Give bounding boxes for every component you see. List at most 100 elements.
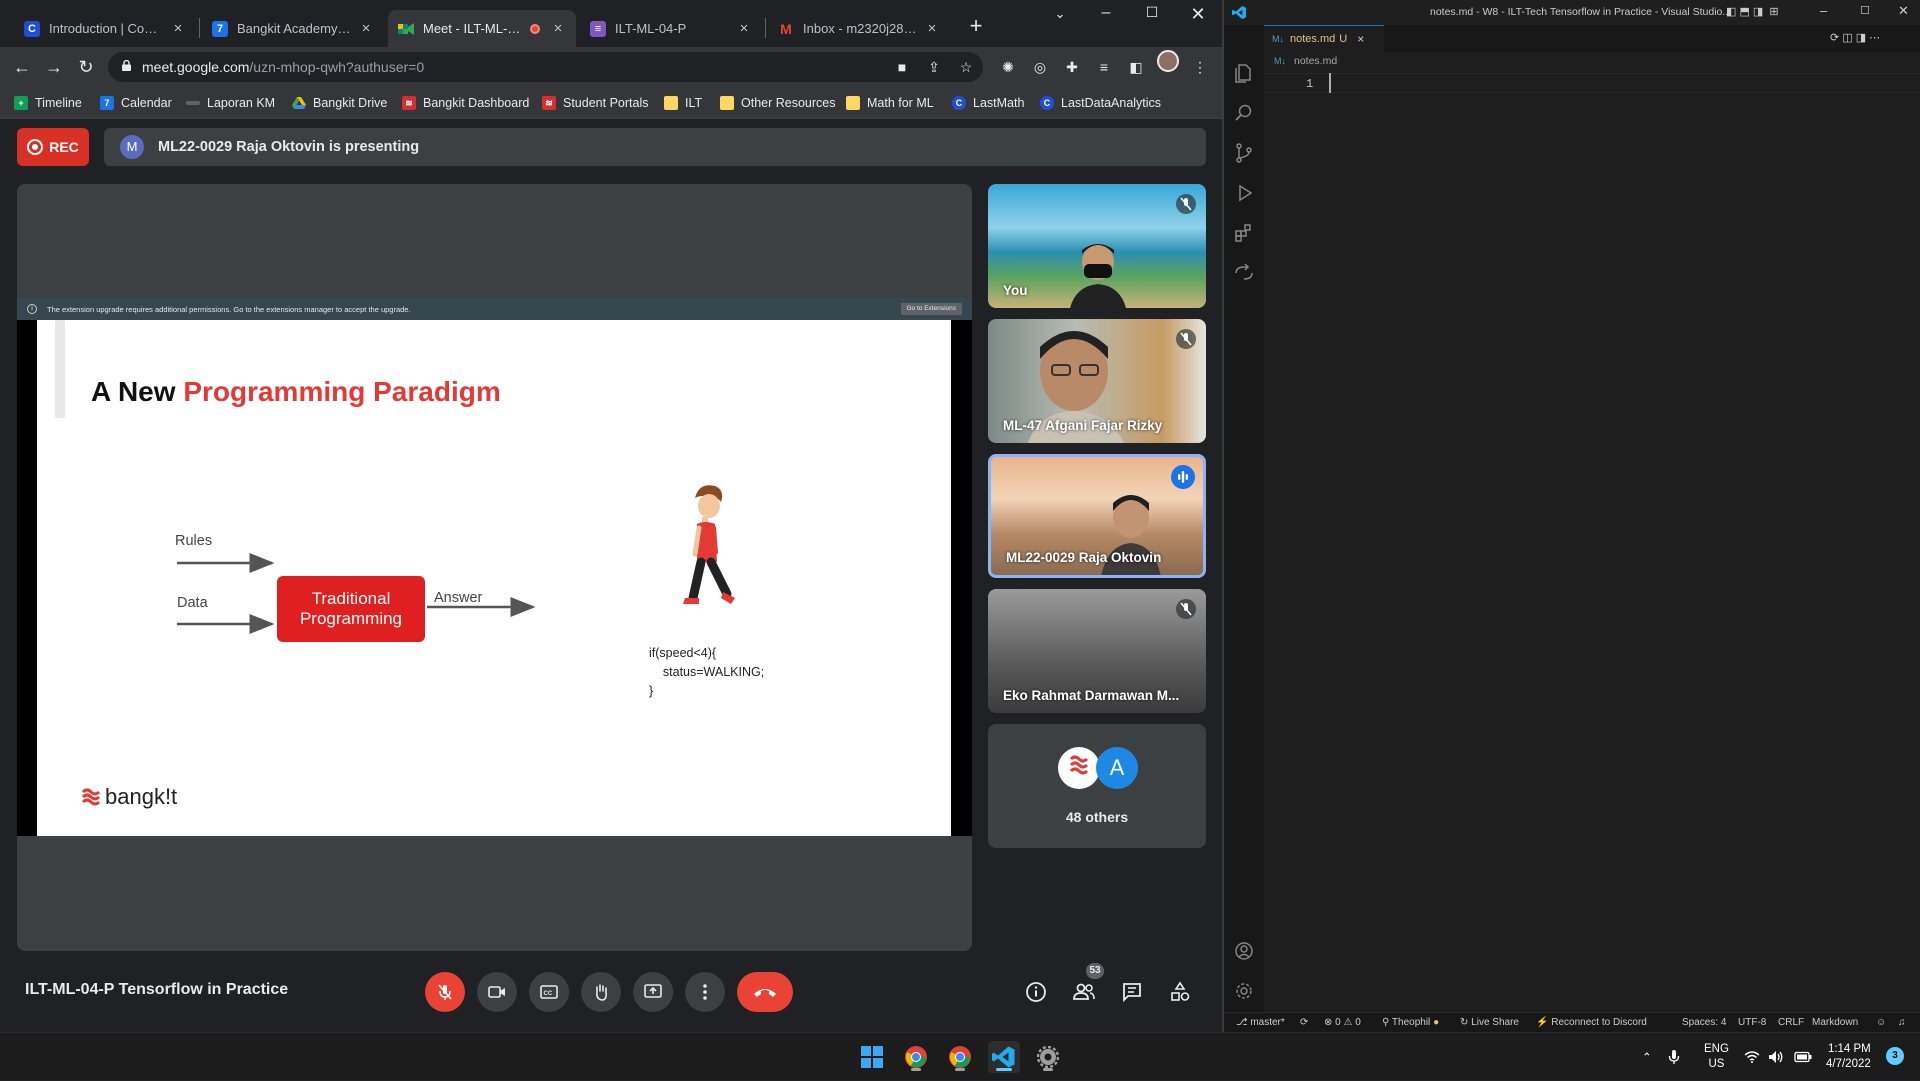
reload-button[interactable]: ↻ [74, 55, 98, 79]
encoding-indicator[interactable]: UTF-8 [1738, 1017, 1766, 1028]
show-everyone-button[interactable] [1068, 976, 1100, 1008]
close-tab-icon[interactable]: × [736, 20, 752, 37]
volume-icon[interactable] [1768, 1033, 1784, 1081]
close-tab-icon[interactable]: × [170, 20, 186, 37]
live-share-icon[interactable] [1232, 261, 1256, 285]
editor-area[interactable] [1264, 52, 1920, 1012]
eol-indicator[interactable]: CRLF [1778, 1017, 1804, 1028]
minimize-button[interactable]: – [1084, 4, 1128, 22]
explorer-icon[interactable] [1232, 61, 1256, 85]
user-indicator[interactable]: ⚲ Theophil ● [1382, 1017, 1439, 1028]
activities-button[interactable] [1164, 976, 1196, 1008]
start-button[interactable] [856, 1041, 888, 1073]
problems-indicator[interactable]: ⊗ 0 ⚠ 0 [1324, 1017, 1361, 1028]
bookmark-calendar[interactable]: 7 Calendar [100, 93, 172, 113]
settings-gear-icon[interactable] [1232, 979, 1256, 1003]
bookmark-bangkit-dashboard[interactable]: ≋ Bangkit Dashboard [402, 93, 529, 113]
side-panel-icon[interactable]: ◧ [1126, 57, 1146, 77]
meeting-details-button[interactable] [1020, 976, 1052, 1008]
discord-status[interactable]: ⚡ Reconnect to Discord [1536, 1017, 1647, 1028]
participant-tile-afgani[interactable]: ML-47 Afgani Fajar Rizky [988, 319, 1206, 443]
source-control-icon[interactable] [1232, 141, 1256, 165]
bookmark-student-portals[interactable]: ≋ Student Portals [542, 93, 648, 113]
tray-microphone-icon[interactable] [1668, 1033, 1680, 1081]
feedback-icon[interactable]: ☺ [1876, 1017, 1886, 1028]
sync-icon[interactable]: ⟳ [1300, 1017, 1308, 1028]
media-control-icon[interactable]: ≡ [1094, 57, 1114, 77]
tab-search-icon[interactable]: ⌄ [1038, 6, 1082, 22]
leave-call-button[interactable] [737, 972, 793, 1012]
bookmark-star-icon[interactable]: ☆ [956, 57, 976, 77]
back-button[interactable]: ← [10, 55, 34, 79]
editor-tab-notes[interactable]: M↓ notes.md U × [1264, 25, 1384, 52]
taskbar-chrome-profile-1[interactable] [900, 1041, 932, 1073]
bookmark-folder-ilt[interactable]: ILT [664, 93, 702, 113]
laporan-icon [186, 101, 200, 105]
participant-tile-raja[interactable]: ML22-0029 Raja Oktovin [988, 454, 1206, 578]
taskbar-vscode[interactable] [988, 1041, 1020, 1073]
new-tab-button[interactable]: + [963, 14, 989, 40]
input-language-indicator[interactable]: ENG US [1704, 1033, 1729, 1081]
tray-overflow-icon[interactable]: ⌃ [1642, 1033, 1652, 1081]
bookmark-folder-other-resources[interactable]: Other Resources [720, 93, 835, 113]
others-tile[interactable]: A 48 others [988, 724, 1206, 848]
accounts-icon[interactable] [1232, 939, 1256, 963]
camera-icon[interactable]: ■ [892, 57, 912, 77]
captions-button[interactable]: CC [529, 972, 569, 1012]
extensions-puzzle-icon[interactable]: ✚ [1062, 57, 1082, 77]
chat-button[interactable] [1116, 976, 1148, 1008]
tab-bangkit-calendar[interactable]: 7 Bangkit Academy - Cale × [202, 10, 384, 47]
bookmark-lastmath[interactable]: C LastMath [952, 93, 1024, 113]
maximize-button[interactable]: ☐ [1860, 4, 1870, 17]
profile-avatar[interactable] [1157, 50, 1179, 72]
address-bar[interactable]: meet.google.com/uzn-mhop-qwh?authuser=0 … [108, 52, 983, 82]
recording-badge[interactable]: REC [17, 128, 89, 166]
search-icon[interactable] [1232, 101, 1256, 125]
tab-ilt-doc[interactable]: ≡ ILT-ML-04-P × [580, 10, 762, 47]
tab-coursera[interactable]: C Introduction | Coursera × [14, 10, 196, 47]
close-window-button[interactable]: ✕ [1898, 3, 1909, 19]
clock[interactable]: 1:14 PM 4/7/2022 [1826, 1033, 1871, 1081]
bookmark-lastdataanalytics[interactable]: C LastDataAnalytics [1040, 93, 1161, 113]
share-icon[interactable]: ⇪ [924, 57, 944, 77]
more-options-button[interactable] [685, 972, 725, 1012]
menu-kebab-icon[interactable]: ⋮ [1190, 57, 1210, 77]
bookmark-bangkit-drive[interactable]: Bangkit Drive [292, 93, 387, 113]
toggle-camera-button[interactable] [477, 972, 517, 1012]
close-tab-icon[interactable]: × [358, 20, 374, 37]
taskbar-settings[interactable] [1032, 1041, 1064, 1073]
minimize-button[interactable]: – [1820, 3, 1827, 18]
bookmark-laporan-km[interactable]: Laporan KM [186, 93, 275, 113]
close-tab-icon[interactable]: × [550, 20, 566, 37]
tab-meet[interactable]: Meet - ILT-ML-04-P × [388, 10, 576, 47]
close-tab-icon[interactable]: × [1357, 32, 1364, 46]
branch-indicator[interactable]: ⎇ master* [1236, 1017, 1285, 1028]
forward-button[interactable]: → [42, 55, 66, 79]
tab-gmail[interactable]: M Inbox - m2320j2803@ × [768, 10, 950, 47]
indentation-indicator[interactable]: Spaces: 4 [1682, 1017, 1726, 1028]
run-debug-icon[interactable] [1232, 181, 1256, 205]
taskbar-chrome-profile-2[interactable] [944, 1041, 976, 1073]
raise-hand-button[interactable] [581, 972, 621, 1012]
extension-icon[interactable]: ✺ [998, 57, 1018, 77]
close-window-button[interactable]: ✕ [1176, 4, 1220, 25]
bookmark-timeline[interactable]: + Timeline [14, 93, 82, 113]
bookmark-folder-math-for-ml[interactable]: Math for ML [846, 93, 934, 113]
present-now-button[interactable] [633, 972, 673, 1012]
toggle-microphone-button[interactable] [425, 972, 465, 1012]
wifi-icon[interactable] [1744, 1033, 1760, 1081]
battery-icon[interactable] [1794, 1033, 1812, 1081]
maximize-button[interactable]: ☐ [1130, 4, 1174, 21]
live-share-status[interactable]: ↻ Live Share [1460, 1017, 1519, 1028]
notifications-bell-icon[interactable]: ♫ [1898, 1017, 1906, 1028]
editor-actions-icons[interactable]: ⟳ ◫ ◨ ⋯ [1830, 31, 1880, 44]
extensions-icon[interactable] [1232, 221, 1256, 245]
participant-tile-you[interactable]: You [988, 184, 1206, 308]
extension-target-icon[interactable]: ◎ [1030, 57, 1050, 77]
layout-toggle-icons[interactable]: ◧ ⬒ ◨ ⊞ [1726, 5, 1779, 18]
notification-count-badge[interactable]: 3 [1886, 1047, 1904, 1065]
language-indicator[interactable]: Markdown [1812, 1017, 1858, 1028]
go-to-extensions-button[interactable]: Go to Extensions [900, 303, 962, 315]
close-tab-icon[interactable]: × [924, 20, 940, 37]
participant-tile-eko[interactable]: Eko Rahmat Darmawan M... [988, 589, 1206, 713]
